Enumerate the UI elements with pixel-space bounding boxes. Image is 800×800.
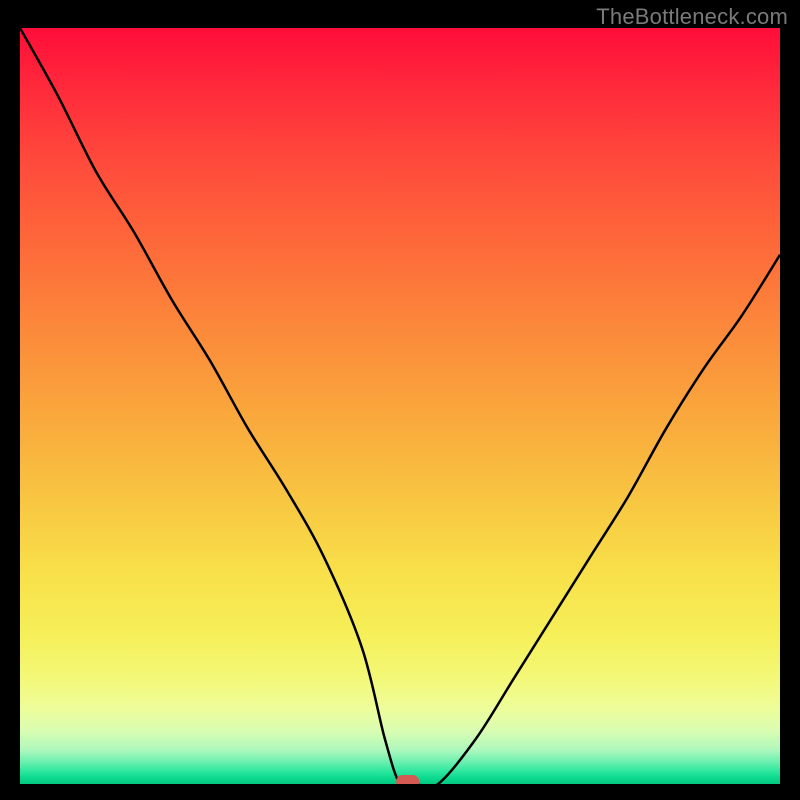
watermark-text: TheBottleneck.com (596, 4, 788, 30)
curve-svg (20, 28, 780, 784)
bottleneck-curve (20, 28, 780, 784)
minimum-marker (397, 776, 419, 785)
chart-frame: TheBottleneck.com (0, 0, 800, 800)
plot-area (20, 28, 780, 784)
